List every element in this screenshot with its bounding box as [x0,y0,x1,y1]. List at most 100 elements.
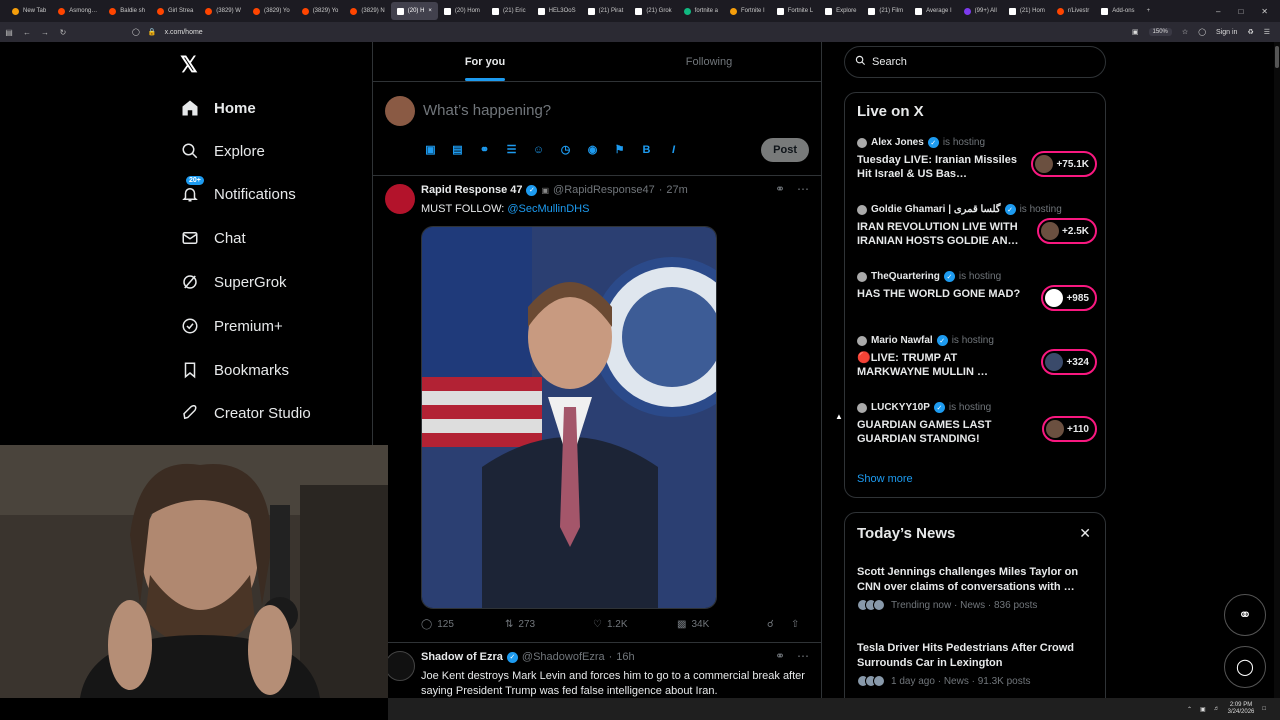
live-listener-count[interactable]: +2.5K [1037,218,1097,244]
browser-tab[interactable]: fortnite a [678,2,724,20]
italic-icon[interactable]: I [666,142,681,157]
sign-in-link[interactable]: Sign in [1216,29,1237,36]
browser-tab[interactable]: HEL3OoS [532,2,582,20]
browser-tab[interactable]: (99+) All [958,2,1003,20]
live-listener-count[interactable]: +324 [1041,349,1097,375]
avatar[interactable] [385,96,415,126]
nav-explore[interactable]: Explore [180,141,265,161]
nav-supergrok[interactable]: SuperGrok [180,272,287,292]
show-more-link[interactable]: Show more [857,473,913,485]
tweet-time[interactable]: 16h [616,651,634,663]
tweet[interactable]: Rapid Response 47 ✓ ▣ @RapidResponse47 ·… [373,176,821,643]
browser-tab[interactable]: Girl Strea [151,2,199,20]
page-scrollbar[interactable] [1274,42,1280,698]
live-item[interactable]: LUCKYY10P ✓ is hosting GUARDIAN GAMES LAST… [857,402,1097,446]
speaker-icon[interactable]: ♬ [1214,706,1220,712]
close-icon[interactable]: ✕ [1079,525,1091,542]
extensions-icon[interactable]: ♻ [1247,28,1253,36]
bookmark-button[interactable]: ☌ [767,619,791,630]
browser-tab[interactable]: Baldie sh [103,2,151,20]
schedule-icon[interactable]: ◷ [558,142,573,157]
nav-bookmarks[interactable]: Bookmarks [180,360,289,380]
browser-tab[interactable]: Add-ons [1095,2,1140,20]
poll-icon[interactable]: ☰ [504,142,519,157]
chat-fab-button[interactable]: ◯ [1224,646,1266,688]
nav-chat[interactable]: Chat [180,228,246,248]
browser-tab[interactable]: (21) Grok [629,2,677,20]
post-button[interactable]: Post [761,138,809,162]
nav-home[interactable]: Home [180,98,256,118]
browser-tab[interactable]: Average I [909,2,958,20]
browser-tab[interactable]: (21) Eric [486,2,532,20]
gif-icon[interactable]: ▤ [450,142,465,157]
browser-tab[interactable]: (21) Hom [1003,2,1051,20]
tweet-handle[interactable]: @ShadowofEzra [522,651,605,663]
tweet[interactable]: Shadow of Ezra ✓ @ShadowofEzra · 16h ⚭ ⋯… [373,643,821,698]
account-icon[interactable]: ◯ [1198,28,1206,36]
mention-link[interactable]: @SecMullinDHS [507,203,589,215]
views-button[interactable]: ▩ 34K [677,619,767,630]
browser-tab[interactable]: Fortnite L [771,2,819,20]
bold-icon[interactable]: B [639,142,654,157]
avatar[interactable] [385,184,415,214]
news-item[interactable]: Tesla Driver Hits Pedestrians After Crow… [857,641,1097,687]
flag-icon[interactable]: ⚑ [612,142,627,157]
avatar[interactable] [385,651,415,681]
composer-input[interactable]: What’s happening? [423,102,551,119]
browser-tab[interactable]: (3829) Yo [296,2,345,20]
live-listener-count[interactable]: +985 [1041,285,1097,311]
live-item[interactable]: TheQuartering ✓ is hosting HAS THE WORLD G… [857,271,1097,311]
live-listener-count[interactable]: +75.1K [1031,151,1097,177]
live-item[interactable]: Alex Jones ✓ is hosting Tuesday LIVE: Iran… [857,137,1097,181]
live-item[interactable]: Goldie Ghamari | گلسا قمری ✓ is hosting IR… [857,204,1097,248]
grok-icon[interactable]: ⚭ [775,649,785,663]
emoji-icon[interactable]: ☺ [531,142,546,157]
close-icon[interactable]: ✕ [1261,7,1268,16]
browser-tab[interactable]: (21) Pirat [582,2,630,20]
tweet-image[interactable] [421,226,717,609]
address-bar[interactable]: ◯ 🔒 x.com/home [132,28,203,37]
browser-tab[interactable]: (20) H × [390,2,438,20]
repost-button[interactable]: ⇅ 273 [505,619,593,630]
tweet-time[interactable]: 27m [666,184,687,196]
browser-tab[interactable]: New Tab [6,2,52,20]
bookmark-star-icon[interactable]: ☆ [1182,28,1188,36]
browser-tab[interactable]: (3829) Yo [247,2,296,20]
browser-tab[interactable]: (21) Film [862,2,909,20]
minimize-icon[interactable]: – [1216,7,1220,16]
reply-button[interactable]: ◯ 125 [421,619,505,630]
new-tab-icon[interactable]: + [1141,2,1157,20]
forward-icon[interactable]: → [36,28,54,37]
browser-tab[interactable]: (3829) W [199,2,247,20]
like-button[interactable]: ♡ 1.2K [593,619,677,630]
taskbar-clock[interactable]: 2:09 PM 3/24/2026 [1228,702,1255,716]
tab-following[interactable]: Following [597,42,821,81]
image-icon[interactable]: ▣ [423,142,438,157]
nav-creator-studio[interactable]: Creator Studio [180,403,311,423]
grok-icon[interactable]: ⚭ [775,182,785,196]
tweet-handle[interactable]: @RapidResponse47 [553,184,655,196]
reader-icon[interactable]: ▣ [1132,28,1139,36]
browser-tab[interactable]: r/Livestr [1051,2,1095,20]
notification-center-icon[interactable]: □ [1262,706,1266,712]
tweet-author[interactable]: Rapid Response 47 [421,184,522,196]
share-icon[interactable]: ⇧ [791,619,799,630]
browser-tab[interactable]: Fortnite I [724,2,771,20]
location-icon[interactable]: ◉ [585,142,600,157]
maximize-icon[interactable]: □ [1238,7,1243,16]
browser-tab[interactable]: (20) Hom [438,2,486,20]
more-icon[interactable]: ⋯ [797,182,809,196]
tab-for-you[interactable]: For you [373,42,597,81]
menu-icon[interactable]: ☰ [1264,28,1270,36]
reload-icon[interactable]: ↻ [54,28,72,37]
x-logo-icon[interactable]: 𝕏 [180,52,198,78]
browser-tab[interactable]: Explore [819,2,862,20]
grok-fab-button[interactable]: ⚭ [1224,594,1266,636]
tweet-author[interactable]: Shadow of Ezra [421,651,503,663]
browser-tab[interactable]: Asmong… [52,2,103,20]
zoom-level[interactable]: 150% [1148,28,1172,36]
chevron-up-icon[interactable]: ⌃ [1187,706,1192,713]
search-input[interactable]: Search [844,46,1106,78]
network-icon[interactable]: ▣ [1200,706,1206,713]
live-item[interactable]: Mario Nawfal ✓ is hosting 🔴LIVE: TRUMP AT … [857,335,1097,379]
